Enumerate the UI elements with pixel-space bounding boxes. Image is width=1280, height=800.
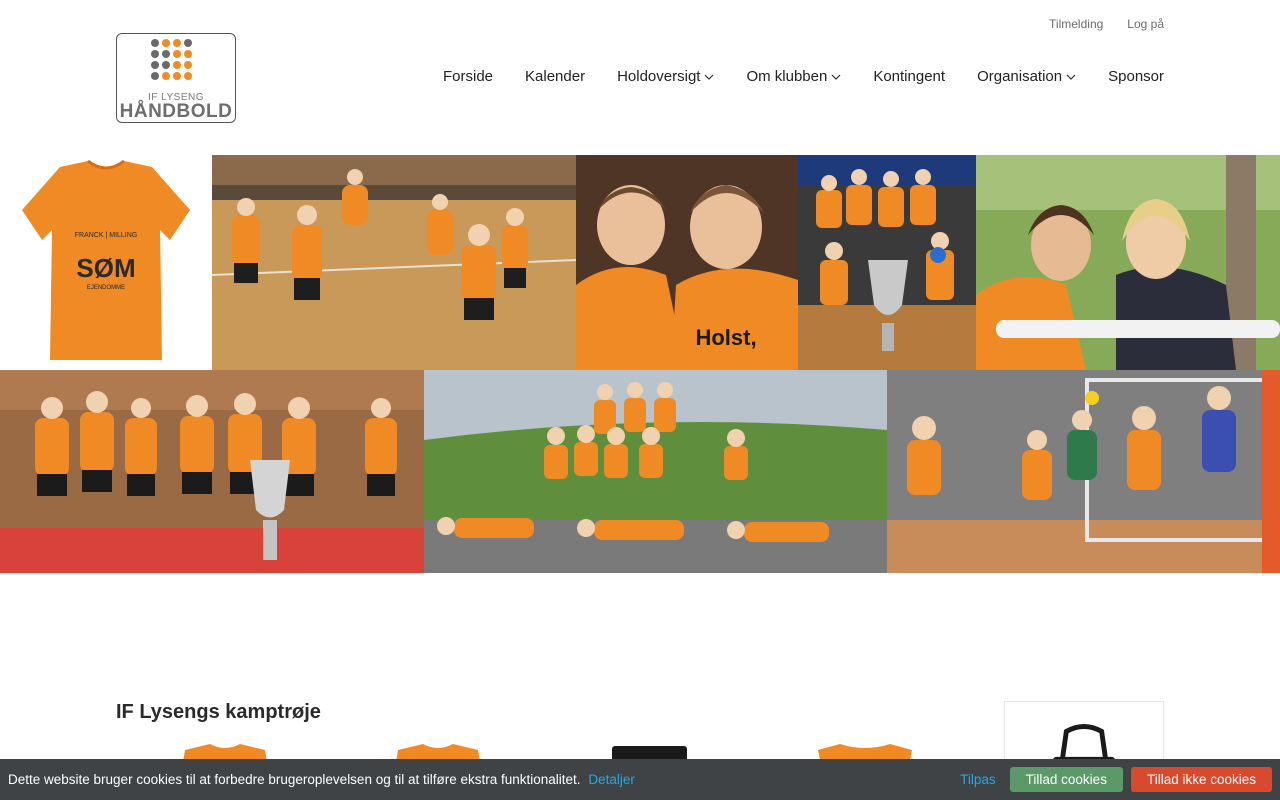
trophy-team-photo	[798, 155, 976, 378]
logo-text-sport: HÅNDBOLD	[119, 101, 233, 122]
gym-game-photo	[212, 155, 576, 370]
signup-link[interactable]: Tilmelding	[1049, 17, 1103, 31]
nav-item-forside[interactable]: Forside	[443, 68, 493, 85]
club-logo[interactable]: IF LYSENG HÅNDBOLD	[116, 33, 236, 123]
hero-collage: FRANCK | MILLING SØM EJENDOMME Holst,	[0, 155, 1280, 573]
chevron-down-icon	[705, 74, 714, 80]
cookie-adjust-button[interactable]: Tilpas	[954, 772, 1002, 787]
main-nav: Forside Kalender Holdoversigt Om klubben…	[443, 68, 1164, 85]
cookie-deny-button[interactable]: Tillad ikke cookies	[1130, 767, 1272, 792]
two-boys-photo: Holst,	[576, 155, 798, 370]
nav-item-kalender[interactable]: Kalender	[525, 68, 585, 85]
logo-dots-graphic	[151, 39, 192, 80]
page: Tilmelding Log på IF LYSENG HÅNDBOLD For…	[0, 0, 1280, 800]
cookie-consent-bar: Dette website bruger cookies til at forb…	[0, 759, 1280, 800]
nav-item-om-klubben[interactable]: Om klubben	[746, 68, 841, 85]
chevron-down-icon	[1066, 74, 1076, 80]
two-girls-photo	[976, 155, 1280, 370]
section-title-kamptroje: IF Lysengs kamptrøje	[116, 701, 321, 723]
svg-text:EJENDOMME: EJENDOMME	[87, 285, 125, 291]
jersey-photo: FRANCK | MILLING SØM EJENDOMME	[0, 155, 212, 370]
indoor-match-photo	[887, 370, 1280, 573]
nav-item-kontingent[interactable]: Kontingent	[873, 68, 945, 85]
nav-item-holdoversigt[interactable]: Holdoversigt	[617, 68, 714, 85]
nav-item-organisation[interactable]: Organisation	[977, 68, 1076, 85]
cookie-message: Dette website bruger cookies til at forb…	[8, 772, 635, 787]
cookie-allow-button[interactable]: Tillad cookies	[1009, 767, 1123, 792]
svg-text:Holst,: Holst,	[695, 325, 756, 350]
svg-text:SØM: SØM	[76, 253, 135, 283]
cookie-actions: Tilpas Tillad cookies Tillad ikke cookie…	[954, 767, 1272, 792]
team-grass-photo	[424, 370, 887, 573]
cookie-details-link[interactable]: Detaljer	[588, 772, 635, 787]
podium-medals-photo	[0, 370, 424, 573]
utility-links: Tilmelding Log på	[1049, 17, 1164, 31]
svg-text:FRANCK | MILLING: FRANCK | MILLING	[75, 232, 138, 239]
chevron-down-icon	[831, 74, 841, 80]
nav-item-sponsor[interactable]: Sponsor	[1108, 68, 1164, 85]
login-link[interactable]: Log på	[1127, 17, 1164, 31]
